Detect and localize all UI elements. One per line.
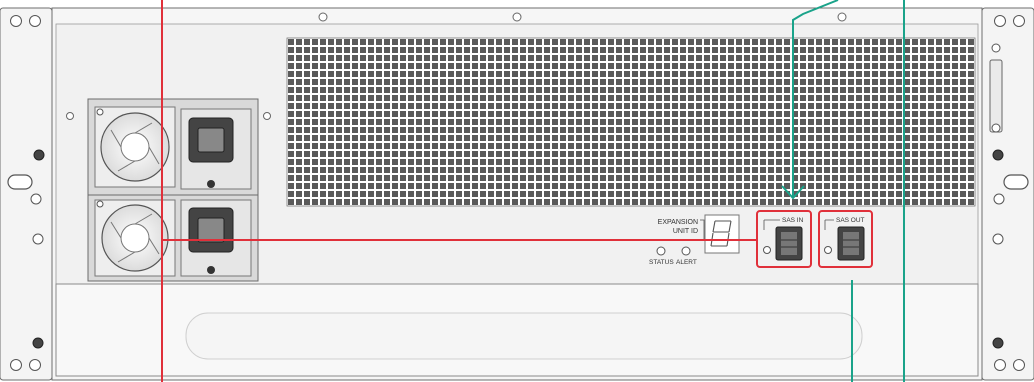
rack-screw-icon (30, 193, 42, 205)
rack-screw-icon (32, 337, 44, 349)
rack-screw-icon (10, 359, 22, 371)
vent-grille (286, 37, 976, 207)
expansion-label-line2: UNIT ID (673, 228, 698, 235)
expansion-label-line1: EXPANSION (658, 219, 698, 226)
led-indicator-icon (763, 246, 771, 254)
rack-screw-icon (29, 15, 41, 27)
left-rack-ear (0, 7, 53, 381)
led-indicator-icon (656, 246, 666, 256)
rack-screw-icon (66, 112, 74, 120)
power-supply-bottom (87, 194, 259, 282)
lower-bezel (55, 283, 979, 377)
rack-screw-icon (993, 193, 1005, 205)
rack-screw-icon (994, 359, 1006, 371)
power-supply-top (87, 98, 259, 196)
rack-screw-icon (33, 149, 45, 161)
rack-screw-icon (10, 15, 22, 27)
rack-screw-icon (32, 233, 44, 245)
rack-ear-slot-icon (1003, 174, 1029, 190)
sas-in-label: SAS IN (782, 217, 804, 224)
status-label: STATUS (649, 259, 674, 266)
rack-screw-icon (29, 359, 41, 371)
rack-screw-icon (992, 337, 1004, 349)
rack-ear-slot-icon (7, 174, 33, 190)
rack-screw-icon (1013, 359, 1025, 371)
right-rack-ear (981, 7, 1034, 381)
rack-screw-icon (318, 12, 328, 22)
rack-screw-icon (992, 233, 1004, 245)
led-indicator-icon (824, 246, 832, 254)
rack-screw-icon (512, 12, 522, 22)
rack-screw-icon (1013, 15, 1025, 27)
rack-screw-icon (263, 112, 271, 120)
sas-out-label: SAS OUT (836, 217, 865, 224)
alert-label: ALERT (676, 259, 697, 266)
led-indicator-icon (681, 246, 691, 256)
rack-screw-icon (837, 12, 847, 22)
rack-screw-icon (992, 149, 1004, 161)
rack-screw-icon (994, 15, 1006, 27)
rear-panel-diagram: EXPANSION UNIT ID STATUS ALERT SAS IN SA… (0, 0, 1034, 382)
